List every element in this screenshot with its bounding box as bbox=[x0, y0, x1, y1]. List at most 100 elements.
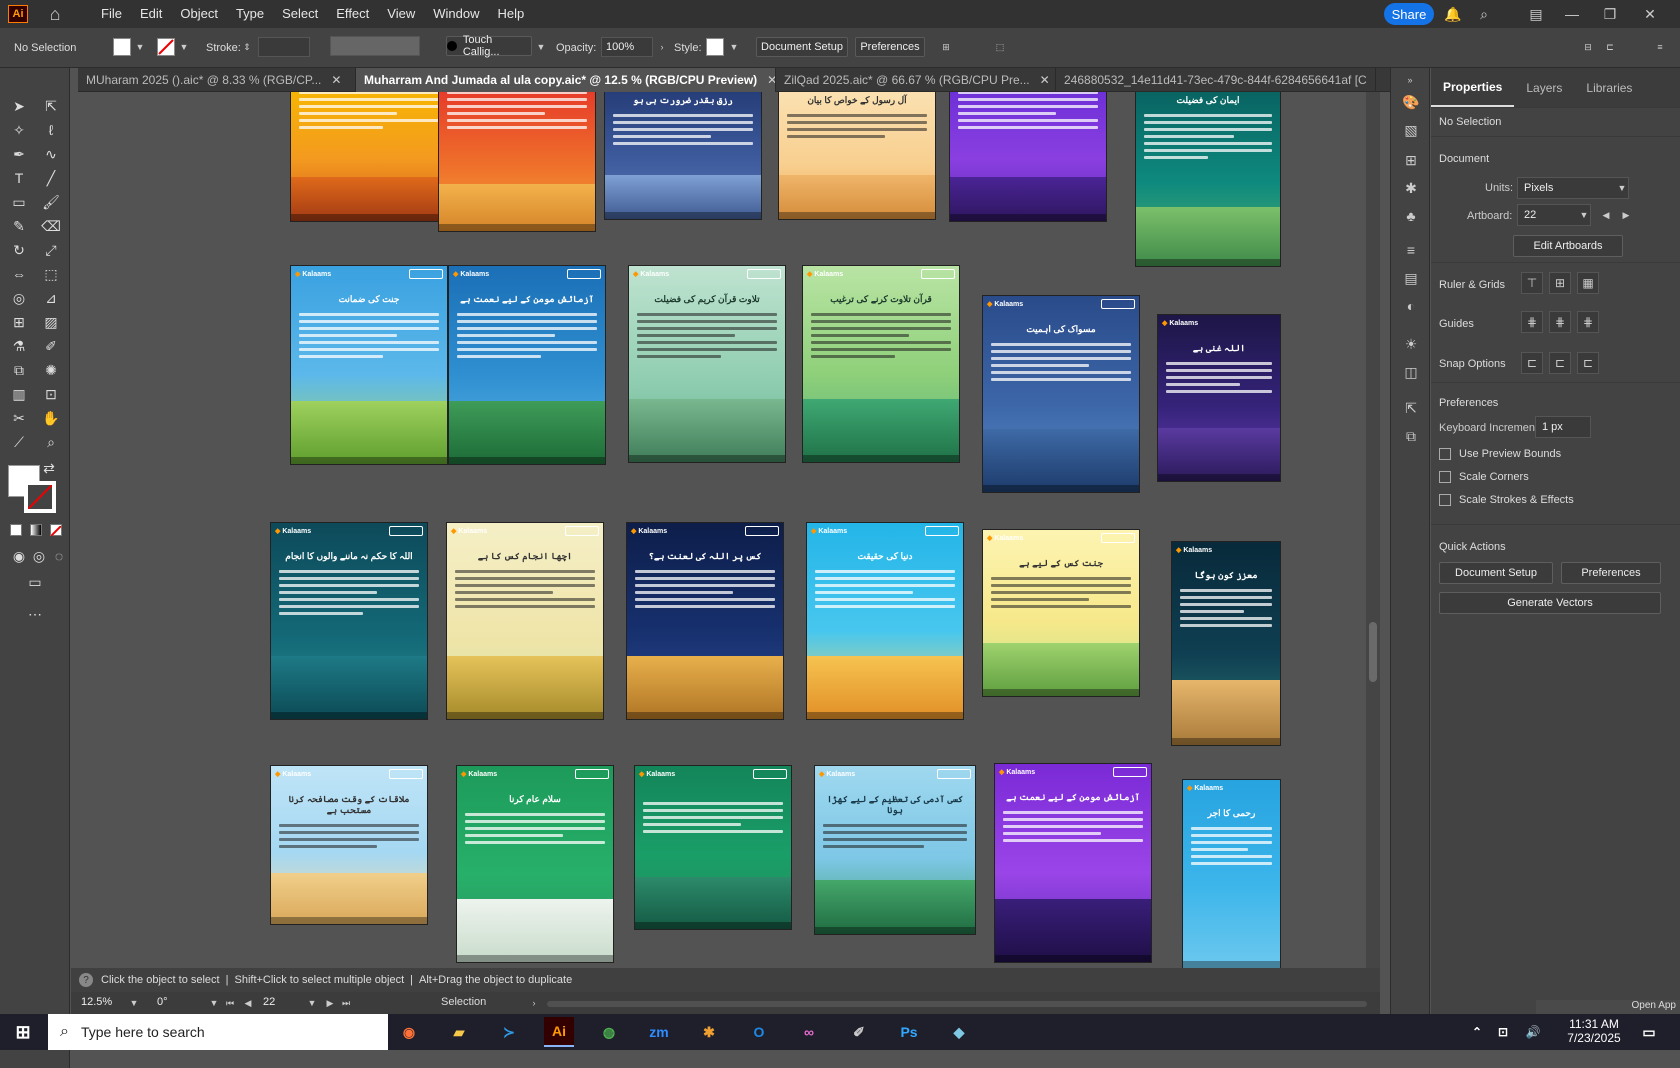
menu-view[interactable]: View bbox=[378, 0, 424, 28]
artboard[interactable]: ایمان کی فضیلت bbox=[1135, 92, 1281, 267]
network-icon[interactable]: ⊡ bbox=[1488, 1017, 1518, 1047]
search-icon[interactable]: ⌕ bbox=[1474, 4, 1494, 24]
export-icon[interactable]: ⇱ bbox=[1399, 396, 1423, 420]
preferences-button[interactable]: Preferences bbox=[855, 37, 925, 57]
graphic-styles-icon[interactable]: ◫ bbox=[1399, 360, 1423, 384]
panel-toggle-icon[interactable]: ⊏ bbox=[1600, 37, 1620, 57]
stroke-swatch[interactable] bbox=[157, 38, 175, 56]
checkbox-box[interactable] bbox=[1439, 471, 1451, 483]
brushes-icon[interactable]: ✱ bbox=[1399, 176, 1423, 200]
windows-start-icon[interactable]: ⊞ bbox=[8, 1017, 38, 1047]
chevron-down-icon[interactable]: ▼ bbox=[207, 993, 221, 1013]
draw-behind-icon[interactable]: ◎ bbox=[28, 546, 50, 566]
brush-definition-dropdown[interactable]: Touch Callig... bbox=[446, 34, 532, 58]
artboard[interactable]: Kalaams آزمائش مومن کے لیے نعمت ہے bbox=[994, 763, 1152, 963]
mesh-tool-icon[interactable]: ⊞ bbox=[8, 312, 30, 332]
stroke-weight-field[interactable] bbox=[258, 37, 310, 57]
keyboard-increment-field[interactable]: 1 px bbox=[1535, 416, 1591, 438]
tab-zilqad-2025[interactable]: ZilQad 2025.aic* @ 66.67 % (RGB/CPU Pre.… bbox=[776, 68, 1056, 92]
artboard[interactable]: Kalaams تلاوت قرآن کریم کی فضیلت bbox=[628, 265, 786, 463]
artboards-panel-icon[interactable]: ⧉ bbox=[1399, 424, 1423, 448]
workspace-icon[interactable]: ▤ bbox=[1526, 4, 1546, 24]
stroke-color-icon[interactable] bbox=[24, 481, 56, 513]
artboard[interactable]: Kalaams رحمی کا اجر bbox=[1182, 779, 1281, 969]
rectangle-tool-icon[interactable]: ▭ bbox=[8, 192, 30, 212]
home-icon[interactable]: ⌂ bbox=[44, 3, 66, 25]
tab-muharam-2025[interactable]: MUharam 2025 ().aic* @ 8.33 % (RGB/CP...… bbox=[78, 68, 356, 92]
artboard[interactable]: Kalaams کس پر اللہ کی لعنت ہے؟ bbox=[626, 522, 784, 720]
collapse-panels-icon[interactable]: » bbox=[1403, 70, 1417, 90]
eraser-tool-icon[interactable]: ⌫ bbox=[40, 216, 62, 236]
opacity-field[interactable]: 100% bbox=[601, 37, 653, 57]
color-mode-icon[interactable] bbox=[10, 524, 22, 536]
artboard[interactable]: Kalaams جنت کی ضمانت bbox=[290, 265, 448, 465]
artboard[interactable]: Kalaams مسواک کی اہمیت bbox=[982, 295, 1140, 493]
hand-tool-icon[interactable]: ✋ bbox=[40, 408, 62, 428]
first-artboard-icon[interactable]: ⏮ bbox=[223, 993, 237, 1013]
swatches-icon[interactable]: ⊞ bbox=[1399, 148, 1423, 172]
tab-layers[interactable]: Layers bbox=[1514, 68, 1574, 108]
grid-icon[interactable]: ⊞ bbox=[1549, 272, 1571, 294]
scale-corners-checkbox[interactable]: Scale Corners bbox=[1439, 471, 1529, 483]
artboard[interactable]: رزق بقدر ضرورت ہی ہو bbox=[604, 92, 762, 220]
fill-swatch[interactable] bbox=[113, 38, 131, 56]
direct-selection-tool-icon[interactable]: ⇱ bbox=[40, 96, 62, 116]
artboard[interactable]: Kalaams کسی آدمی کی تعظیم کے لیے کھڑا ہو… bbox=[814, 765, 976, 935]
artboard-number[interactable]: 22 bbox=[259, 993, 309, 1013]
photoshop-icon[interactable]: Ps bbox=[894, 1017, 924, 1047]
artboard[interactable]: Kalaams ملاقات کے وقت مصافحہ کرنا مستحب … bbox=[270, 765, 428, 925]
artboard[interactable]: Kalaams اچھا انجام کس کا ہے bbox=[446, 522, 604, 720]
pen-app-icon[interactable]: ✐ bbox=[844, 1017, 874, 1047]
shape-builder-tool-icon[interactable]: ◎ bbox=[8, 288, 30, 308]
vscode-icon[interactable]: ≻ bbox=[494, 1017, 524, 1047]
stroke-panel-icon[interactable]: ≡ bbox=[1399, 238, 1423, 262]
menu-window[interactable]: Window bbox=[424, 0, 488, 28]
snap-point-icon[interactable]: ⊏ bbox=[1521, 352, 1543, 374]
lock-guides-icon[interactable]: ⋕ bbox=[1549, 311, 1571, 333]
system-clock[interactable]: 11:31 AM 7/23/2025 bbox=[1558, 1014, 1630, 1050]
next-artboard-icon[interactable]: ▶ bbox=[323, 993, 337, 1013]
share-button[interactable]: Share bbox=[1384, 3, 1434, 25]
close-icon[interactable]: ✕ bbox=[331, 73, 341, 87]
use-preview-bounds-checkbox[interactable]: Use Preview Bounds bbox=[1439, 448, 1561, 460]
outlook-icon[interactable]: O bbox=[744, 1017, 774, 1047]
lasso-tool-icon[interactable]: ℓ bbox=[40, 120, 62, 140]
task-view-icon[interactable]: ⧉ bbox=[346, 1017, 376, 1047]
slice-tool-icon[interactable]: ✂ bbox=[8, 408, 30, 428]
checkbox-box[interactable] bbox=[1439, 448, 1451, 460]
chevron-down-icon[interactable]: ▼ bbox=[727, 37, 741, 57]
scale-tool-icon[interactable]: ⤢ bbox=[40, 240, 62, 260]
gradient-panel-icon[interactable]: ▤ bbox=[1399, 266, 1423, 290]
artboard[interactable]: Kalaams دنیا کی حقیقت bbox=[806, 522, 964, 720]
chevron-right-icon[interactable]: › bbox=[527, 993, 541, 1013]
width-tool-icon[interactable]: ⇔ bbox=[8, 264, 30, 284]
appearance-icon[interactable]: ☀ bbox=[1399, 332, 1423, 356]
line-tool-icon[interactable]: ╱ bbox=[40, 168, 62, 188]
rotation-field[interactable]: 0° bbox=[153, 993, 209, 1013]
rotate-tool-icon[interactable]: ↻ bbox=[8, 240, 30, 260]
horizontal-scrollbar[interactable] bbox=[547, 1001, 1367, 1007]
none-mode-icon[interactable] bbox=[50, 524, 62, 537]
snap-pixel-icon[interactable]: ⊏ bbox=[1577, 352, 1599, 374]
firefox-icon[interactable]: ◉ bbox=[394, 1017, 424, 1047]
blend-tool-icon[interactable]: ⧉ bbox=[8, 360, 30, 380]
transparency-icon[interactable]: ◐ bbox=[1399, 294, 1423, 318]
measure-tool-icon[interactable]: ✐ bbox=[40, 336, 62, 356]
artboard[interactable]: Kalaams قرآن تلاوت کرنے کی ترغیب bbox=[802, 265, 960, 463]
zoom-icon[interactable]: zm bbox=[644, 1017, 674, 1047]
symbols-icon[interactable]: ♣ bbox=[1399, 204, 1423, 228]
perspective-grid-tool-icon[interactable]: ⊿ bbox=[40, 288, 62, 308]
chevron-down-icon[interactable]: ▼ bbox=[534, 37, 548, 57]
tab-muharram-jumada[interactable]: Muharram And Jumada al ula copy.aic* @ 1… bbox=[356, 68, 776, 92]
color-panel-icon[interactable]: 🎨 bbox=[1399, 90, 1423, 114]
volume-icon[interactable]: 🔊 bbox=[1518, 1017, 1548, 1047]
menu-file[interactable]: File bbox=[92, 0, 131, 28]
menu-type[interactable]: Type bbox=[227, 0, 273, 28]
next-artboard-icon[interactable]: ▶ bbox=[1619, 205, 1633, 225]
previous-artboard-icon[interactable]: ◀ bbox=[1599, 205, 1613, 225]
previous-artboard-icon[interactable]: ◀ bbox=[241, 993, 255, 1013]
menu-select[interactable]: Select bbox=[273, 0, 327, 28]
illustrator-taskbar-icon[interactable]: Ai bbox=[544, 1017, 574, 1047]
smart-guides-icon[interactable]: ⋕ bbox=[1577, 311, 1599, 333]
gradient-tool-icon[interactable]: ▨ bbox=[40, 312, 62, 332]
